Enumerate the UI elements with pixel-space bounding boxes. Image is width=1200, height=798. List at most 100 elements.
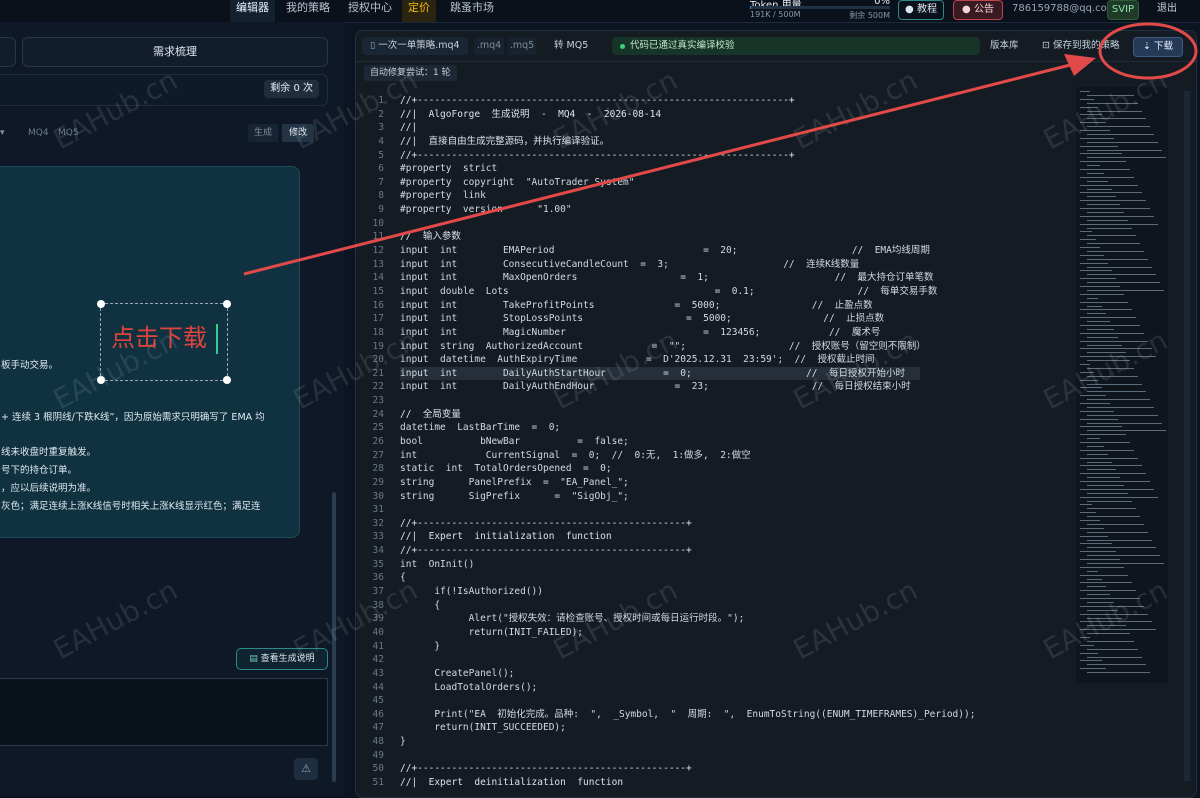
resize-handle[interactable]	[97, 300, 105, 308]
code-line: input double Lots = 0.1; // 每单交易手数	[400, 285, 938, 297]
minimap-line	[1087, 344, 1122, 346]
minimap-line	[1080, 668, 1106, 670]
code-line: {	[400, 572, 406, 584]
minimap-line	[1087, 165, 1100, 167]
token-progress-bar	[750, 6, 890, 9]
left-tab-stub[interactable]	[0, 37, 16, 67]
lang-mq4-option[interactable]: MQ4	[28, 124, 49, 142]
minimap-line	[1087, 266, 1152, 268]
line-number: 24	[372, 408, 384, 420]
requirements-tab[interactable]: 需求梳理	[22, 37, 328, 67]
minimap-line	[1087, 235, 1136, 237]
nav-editor[interactable]: 编辑器	[230, 0, 275, 24]
minimap-line	[1087, 94, 1134, 96]
convert-to-mq5-button[interactable]: 转 MQ5	[554, 37, 588, 55]
minimap-line	[1087, 594, 1110, 596]
line-number: 41	[372, 640, 384, 652]
minimap-line	[1080, 239, 1096, 241]
minimap-line	[1087, 172, 1104, 174]
minimap-line	[1080, 637, 1090, 638]
ext-mq5-tab[interactable]: .mq5	[508, 37, 536, 55]
line-number: 43	[372, 667, 384, 679]
line-number: 47	[372, 722, 384, 734]
version-repo-button[interactable]: 版本库	[990, 37, 1019, 55]
code-minimap[interactable]	[1076, 87, 1168, 683]
code-line: //+-------------------------------------…	[400, 763, 692, 775]
lang-mq5-option[interactable]: MQ5	[58, 124, 79, 142]
resize-handle[interactable]	[223, 300, 231, 308]
minimap-line	[1080, 301, 1128, 303]
warning-icon[interactable]: ⚠	[294, 758, 318, 780]
code-line: //|	[400, 122, 418, 134]
minimap-line	[1080, 262, 1108, 264]
line-number: 15	[372, 285, 384, 297]
line-number: 46	[372, 708, 384, 720]
minimap-line	[1080, 192, 1142, 194]
tutorial-button[interactable]: ● 教程	[898, 0, 944, 20]
code-scrollbar[interactable]	[1184, 91, 1190, 781]
minimap-line	[1080, 106, 1098, 108]
minimap-line	[1087, 633, 1130, 635]
nav-license-center[interactable]: 授权中心	[348, 0, 392, 22]
line-number: 34	[372, 545, 384, 557]
chevron-down-icon[interactable]: ▾	[0, 124, 5, 142]
minimap-line	[1080, 520, 1100, 521]
nav-my-strategies[interactable]: 我的策略	[286, 0, 330, 22]
line-number: 31	[372, 504, 384, 516]
code-line: datetime LastBarTime = 0;	[400, 422, 561, 434]
notice-button[interactable]: ● 公告	[953, 0, 1003, 20]
line-number: 33	[372, 531, 384, 543]
minimap-line	[1080, 566, 1124, 568]
minimap-line	[1080, 278, 1116, 280]
minimap-line	[1087, 461, 1112, 463]
minimap-line	[1087, 141, 1158, 143]
minimap-line	[1080, 130, 1110, 131]
file-tab-label: 一次一单策略.mq4	[378, 40, 460, 51]
line-number: 51	[372, 777, 384, 788]
prompt-input[interactable]	[0, 678, 328, 746]
minimap-line	[1080, 356, 1156, 358]
minimap-line	[1087, 391, 1146, 393]
req-line: 号下的持仓订单。	[1, 465, 78, 476]
minimap-line	[1080, 122, 1106, 124]
code-line: input int MaxOpenOrders = 1; // 最大持仓订单笔数	[400, 272, 934, 284]
download-label: 下载	[1153, 41, 1173, 52]
resize-handle[interactable]	[223, 376, 231, 384]
left-scrollbar[interactable]	[332, 492, 336, 782]
ext-mq4-tab[interactable]: .mq4	[474, 37, 504, 55]
code-area[interactable]: //+-------------------------------------…	[400, 91, 1080, 797]
code-editor-panel: ▯ 一次一单策略.mq4 .mq4 .mq5 转 MQ5 代码已通过真实编译校验…	[355, 30, 1197, 798]
download-button[interactable]: ⇣ 下载	[1133, 37, 1183, 57]
minimap-line	[1087, 547, 1156, 549]
resize-handle[interactable]	[97, 376, 105, 384]
file-tab[interactable]: ▯ 一次一单策略.mq4	[362, 37, 468, 55]
code-line: //+-------------------------------------…	[400, 149, 795, 161]
save-to-my-strategies-button[interactable]: ⊡ 保存到我的策略	[1042, 37, 1120, 55]
minimap-line	[1080, 340, 1148, 342]
minimap-line	[1080, 325, 1140, 326]
tab-generate[interactable]: 生成	[248, 124, 278, 142]
code-line: input int DailyAuthStartHour = 0; // 每日授…	[400, 367, 905, 379]
minimap-line	[1087, 321, 1110, 323]
minimap-line	[1087, 289, 1164, 291]
line-number: 2	[378, 108, 384, 120]
code-line: input int EMAPeriod = 20; // EMA均线周期	[400, 245, 930, 257]
code-line: //| Expert deinitialization function	[400, 777, 624, 788]
minimap-line	[1080, 590, 1136, 592]
logout-button[interactable]: 退出	[1154, 0, 1180, 18]
code-line: //+-------------------------------------…	[400, 517, 692, 529]
remaining-count-badge: 剩余 0 次	[264, 80, 319, 98]
nav-pricing[interactable]: 定价	[402, 0, 436, 22]
view-generation-explanation-button[interactable]: ▤ 查看生成说明	[236, 648, 328, 670]
minimap-line	[1080, 426, 1122, 428]
line-number: 4	[378, 135, 384, 147]
line-number: 35	[372, 558, 384, 570]
view-explanation-label: 查看生成说明	[260, 654, 315, 664]
code-line: // 输入参数	[400, 231, 461, 243]
minimap-line	[1087, 438, 1100, 440]
tab-modify[interactable]: 修改	[282, 124, 314, 142]
nav-flea-market[interactable]: 跳蚤市场	[450, 0, 494, 22]
minimap-line	[1080, 465, 1142, 467]
minimap-line	[1087, 118, 1146, 120]
minimap-line	[1080, 223, 1158, 225]
